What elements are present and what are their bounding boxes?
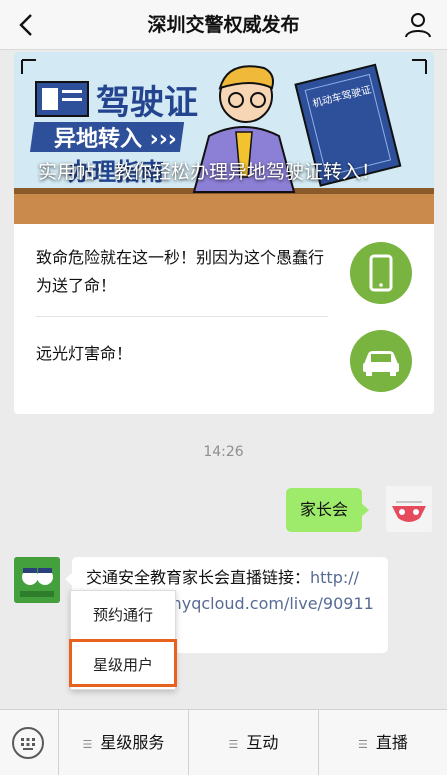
article-item-2[interactable]: 远光灯害命！	[14, 318, 434, 404]
menu-tab-label: 星级服务	[100, 733, 165, 752]
keyboard-icon	[12, 727, 44, 759]
message-timestamp: 14:26	[203, 444, 244, 460]
phone-icon	[369, 254, 393, 292]
banner-illustration: 驾驶证 异地转入 ››› 办理指南 机动车驾驶证	[14, 52, 434, 224]
highlight-box	[69, 639, 177, 687]
menu-icon: ☰	[82, 738, 93, 751]
article-card: 驾驶证 异地转入 ››› 办理指南 机动车驾驶证 实用帖！教你轻松办理异地驾驶证…	[14, 52, 434, 414]
keyboard-toggle-button[interactable]	[0, 710, 58, 775]
divider	[36, 316, 328, 317]
article-item-title: 致命危险就在这一秒！别因为这个愚蠢行为送了命！	[36, 248, 325, 295]
menu-tab-label: 互动	[246, 733, 279, 752]
menu-icon: ☰	[358, 738, 368, 751]
car-icon	[363, 351, 399, 376]
police-logo-icon	[14, 557, 60, 603]
message-text: 交通安全教育家长会直播链接：	[86, 568, 311, 587]
chevron-left-icon	[19, 14, 32, 36]
person-icon	[405, 13, 431, 38]
article-thumb	[350, 242, 412, 304]
profile-button[interactable]	[403, 10, 433, 40]
menu-icon: ☰	[228, 738, 239, 751]
banner-art-line1: 驾驶证	[96, 83, 198, 123]
keyboard-grid	[21, 738, 35, 750]
article-item-title: 远光灯害命！	[36, 344, 133, 363]
avatar[interactable]	[386, 486, 432, 532]
article-item-1[interactable]: 致命危险就在这一秒！别因为这个愚蠢行为送了命！	[14, 230, 434, 316]
menu-tab-interaction[interactable]: ☰ 互动	[188, 710, 318, 775]
menu-tab-label: 直播	[375, 733, 408, 752]
nav-bar: 深圳交警权威发布	[0, 0, 447, 50]
article-thumb	[350, 330, 412, 392]
submenu-popup: 预约通行 星级用户	[69, 590, 177, 690]
submenu-item-reservation[interactable]: 预约通行	[71, 591, 175, 639]
menu-tab-live[interactable]: ☰ 直播	[318, 710, 447, 775]
outgoing-message[interactable]: 家长会	[286, 488, 370, 532]
avatar[interactable]	[14, 557, 60, 603]
banner-caption: 实用帖！教你轻松办理异地驾驶证转入！	[38, 161, 381, 183]
article-banner[interactable]: 驾驶证 异地转入 ››› 办理指南 机动车驾驶证 实用帖！教你轻松办理异地驾驶证…	[14, 52, 434, 224]
back-button[interactable]	[10, 8, 44, 42]
page-title: 深圳交警权威发布	[147, 14, 300, 36]
menu-tab-star-service[interactable]: ☰ 星级服务	[58, 710, 188, 775]
bottom-menu-bar: ☰ 星级服务 ☰ 互动 ☰ 直播	[0, 709, 447, 775]
user-avatar-icon	[386, 486, 432, 532]
banner-art-line2: 异地转入 ›››	[54, 126, 177, 152]
